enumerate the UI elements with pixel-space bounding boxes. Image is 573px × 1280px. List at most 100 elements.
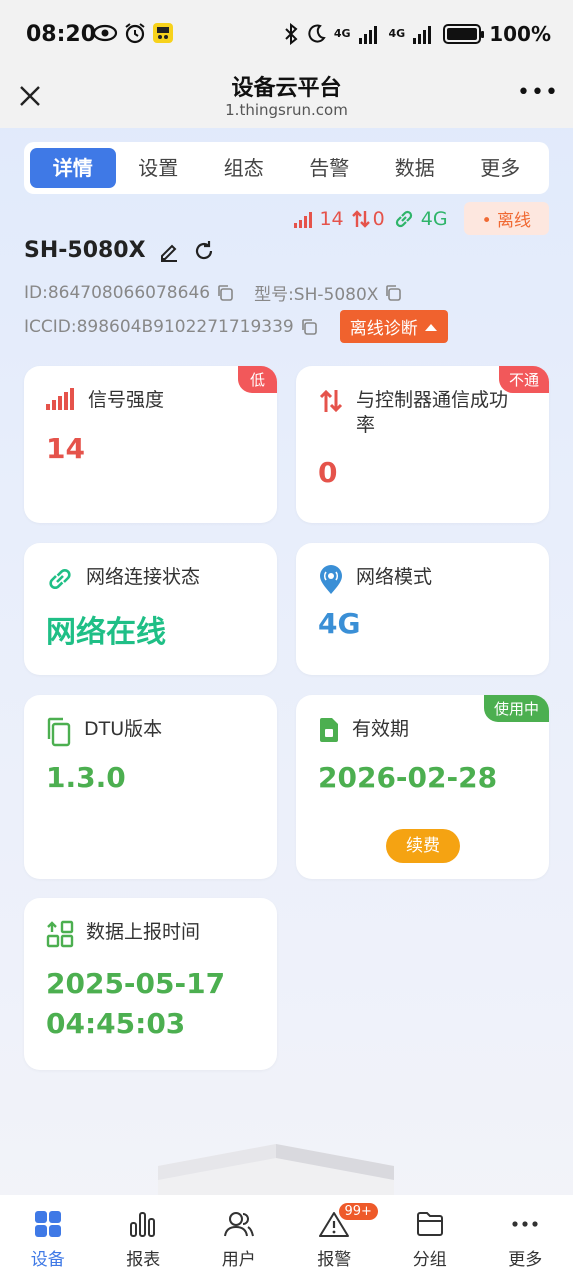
transfer-arrows-icon: [351, 209, 370, 228]
network-mode-value: 4G: [318, 607, 361, 640]
edit-icon[interactable]: [158, 240, 180, 262]
network-state-label: 网络连接状态: [86, 566, 201, 588]
nav-reports[interactable]: 报表: [96, 1195, 192, 1280]
network-type-2: 4G: [388, 27, 406, 40]
refresh-icon[interactable]: [192, 239, 216, 263]
signal-strength-header: 信号强度: [46, 388, 164, 413]
comm-status-value: 0: [372, 207, 385, 230]
sim-card-icon: [320, 718, 338, 742]
renew-button[interactable]: 续费: [386, 829, 460, 863]
nav-users[interactable]: 用户: [191, 1195, 287, 1280]
notification-icons: [92, 22, 174, 44]
signal-strength-label: 信号强度: [88, 389, 165, 411]
nav-groups-label: 分组: [412, 1250, 447, 1270]
signal-strength-card[interactable]: 低 信号强度 14: [24, 366, 277, 523]
battery-percent: 100%: [489, 22, 551, 46]
system-indicators: 4G 4G 100%: [284, 22, 551, 46]
cell-signal-icon-2: [413, 26, 432, 44]
network-status-value: 4G: [420, 207, 448, 230]
dtu-version-label: DTU版本: [84, 718, 163, 740]
copy-document-icon: [47, 717, 71, 747]
nav-reports-label: 报表: [126, 1250, 161, 1270]
bar-chart-icon: [130, 1212, 156, 1237]
dtu-version-header: DTU版本: [46, 717, 162, 747]
users-icon: [223, 1212, 254, 1237]
nav-groups[interactable]: 分组: [382, 1195, 478, 1280]
copy-icon[interactable]: [216, 284, 234, 302]
network-state-value: 网络在线: [46, 615, 166, 650]
comm-rate-header: 与控制器通信成功率: [318, 388, 518, 438]
alarm-clock-icon: [125, 23, 145, 44]
offline-status-badge: • 离线: [463, 202, 549, 235]
network-mode-header: 网络模式: [318, 565, 432, 595]
network-type-1: 4G: [333, 27, 351, 40]
device-id-row: ID:864708066078646 型号:SH-5080X: [24, 280, 402, 305]
nav-more-label: 更多: [508, 1250, 543, 1270]
validity-card[interactable]: 使用中 有效期 2026-02-28 续费: [296, 695, 549, 879]
comm-rate-card[interactable]: 不通 与控制器通信成功率 0: [296, 366, 549, 523]
tab-data[interactable]: 数据: [372, 148, 458, 188]
signal-bars-icon: [46, 388, 74, 410]
nav-alarms[interactable]: 99+ 报警: [287, 1195, 383, 1280]
tab-details[interactable]: 详情: [30, 148, 116, 188]
network-state-card[interactable]: 网络连接状态 网络在线: [24, 543, 277, 675]
tab-alarms[interactable]: 告警: [287, 148, 373, 188]
dtu-version-card[interactable]: DTU版本 1.3.0: [24, 695, 277, 879]
tab-bar: 详情 设置 组态 告警 数据 更多: [24, 142, 549, 194]
tab-more[interactable]: 更多: [458, 148, 544, 188]
report-clock: 04:45:03: [46, 1007, 186, 1040]
network-state-header: 网络连接状态: [46, 565, 200, 593]
page-title: 设备云平台: [231, 76, 342, 101]
tab-settings[interactable]: 设置: [116, 148, 202, 188]
caret-up-icon: [424, 323, 437, 331]
validity-header: 有效期: [318, 717, 409, 743]
report-time-value: 2025-05-17 04:45:03: [46, 964, 225, 1044]
moon-icon: [308, 24, 326, 43]
device-name: SH-5080X: [24, 238, 146, 263]
folder-icon: [416, 1212, 443, 1236]
device-id: ID:864708066078646: [24, 282, 211, 303]
more-dots-icon: [512, 1221, 538, 1227]
validity-label: 有效期: [352, 718, 410, 740]
transfer-arrows-icon: [319, 389, 343, 413]
nav-users-label: 用户: [221, 1250, 256, 1270]
tab-configuration[interactable]: 组态: [201, 148, 287, 188]
report-date: 2025-05-17: [46, 967, 226, 1000]
signal-status: 14: [294, 207, 344, 230]
cell-signal-icon: [358, 26, 377, 44]
nav-alarms-label: 报警: [317, 1250, 352, 1270]
nav-devices[interactable]: 设备: [0, 1195, 96, 1280]
network-mode-card[interactable]: 网络模式 4G: [296, 543, 549, 675]
eye-icon: [92, 24, 118, 42]
link-icon: [395, 210, 412, 227]
signal-level-badge: 低: [237, 366, 277, 393]
nav-more[interactable]: 更多: [478, 1195, 573, 1280]
in-use-badge: 使用中: [483, 695, 549, 722]
copy-icon[interactable]: [300, 318, 318, 336]
device-status-row: 14 0 4G • 离线: [294, 202, 549, 235]
report-time-card[interactable]: 数据上报时间 2025-05-17 04:45:03: [24, 898, 277, 1070]
network-mode-label: 网络模式: [356, 566, 433, 588]
signal-status-value: 14: [319, 207, 344, 230]
upload-grid-icon: [46, 920, 74, 948]
more-options-button[interactable]: •••: [517, 80, 558, 110]
device-iccid: ICCID:898604B9102271719339: [24, 316, 294, 337]
alarm-count-badge: 99+: [338, 1203, 378, 1220]
comm-rate-label: 与控制器通信成功率: [356, 389, 509, 436]
comm-rate-value: 0: [318, 456, 338, 489]
offline-diagnosis-button[interactable]: 离线诊断: [339, 310, 448, 343]
device-name-row: SH-5080X: [24, 238, 216, 263]
dtu-version-value: 1.3.0: [46, 761, 126, 794]
report-time-header: 数据上报时间: [46, 920, 200, 948]
location-signal-icon: [320, 565, 342, 594]
system-status-bar: 08:20 4G 4G 100%: [0, 0, 573, 70]
offline-diagnosis-label: 离线诊断: [349, 319, 418, 339]
copy-icon[interactable]: [384, 284, 402, 302]
clock: 08:20: [26, 22, 97, 47]
link-icon: [49, 568, 71, 590]
comm-status: 0: [351, 207, 385, 230]
app-header: 设备云平台 1.thingsrun.com •••: [0, 70, 573, 128]
grid-icon: [34, 1211, 61, 1237]
building-illustration: [158, 1144, 394, 1196]
app-notification-icon: [153, 23, 173, 43]
